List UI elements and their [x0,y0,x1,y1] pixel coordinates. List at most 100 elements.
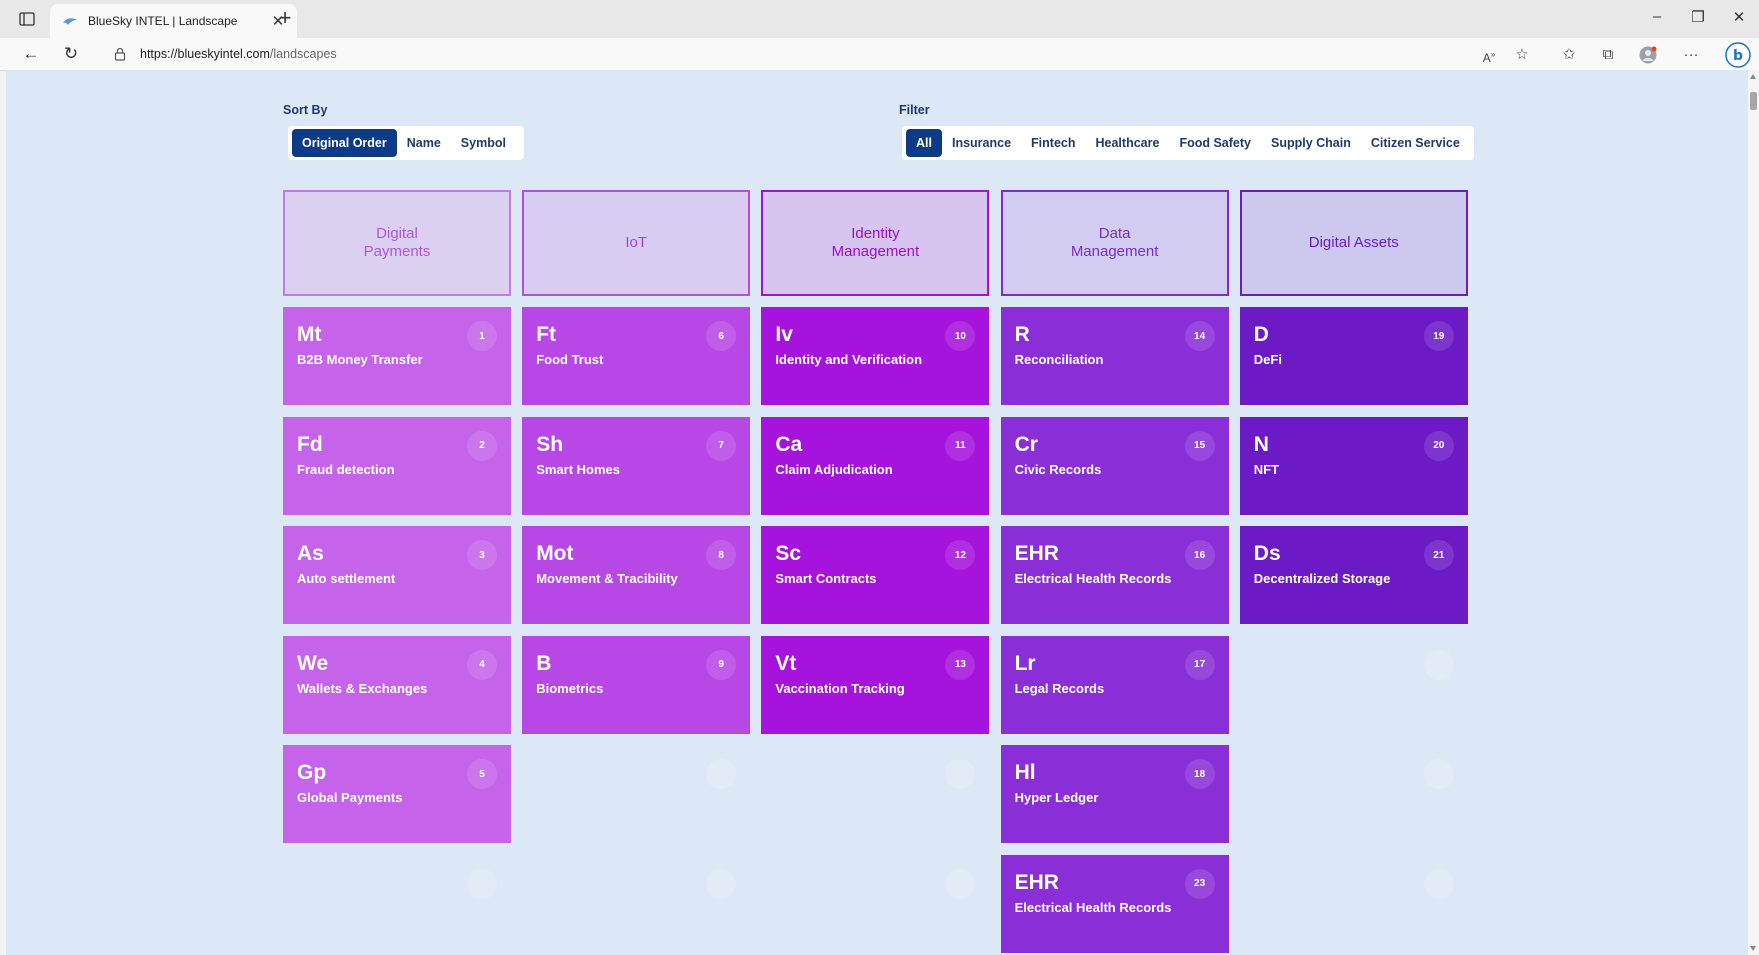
category-header-iot: IoT [522,190,751,296]
landscape-tile-movement-and-tracibility[interactable]: Mot Movement & Tracibility 8 [522,526,751,624]
landscape-tile-decentralized-storage[interactable]: Ds Decentralized Storage 21 [1239,526,1468,624]
collections-icon[interactable]: ⧉ [1598,46,1618,64]
tile-number-badge: 21 [1423,540,1454,570]
tile-number-badge: 18 [1184,759,1215,789]
landscape-tile-nft[interactable]: N NFT 20 [1239,416,1468,515]
tile-number-badge: 4 [467,649,497,680]
empty-slot-placeholder [945,759,976,789]
category-header-identity-management: Identity Management [761,190,990,296]
page-scrollbar[interactable] [1748,70,1759,955]
empty-slot-placeholder [467,868,497,899]
tile-name: Electrical Health Records [1014,571,1172,586]
url-path: /landscapes [269,47,337,61]
empty-slot-placeholder [945,868,976,899]
scroll-down-icon[interactable] [1750,946,1756,951]
tile-name: Vaccination Tracking [775,680,905,696]
filter-option-food-safety[interactable]: Food Safety [1169,129,1261,157]
empty-slot-placeholder [1423,759,1454,789]
read-aloud-icon[interactable]: A» [1479,46,1499,65]
sort-option-name[interactable]: Name [397,129,451,157]
landscape-tile-food-trust[interactable]: Ft Food Trust 6 [522,307,751,405]
category-header-data-management: Data Management [1000,190,1229,296]
landscape-tile-auto-settlement[interactable]: As Auto settlement 3 [283,526,511,624]
empty-slot-placeholder [1423,649,1454,680]
tile-number-badge: 14 [1184,321,1215,351]
tile-number-badge: 13 [945,649,976,680]
filter-option-supply-chain[interactable]: Supply Chain [1261,129,1361,157]
filter-option-citizen-service[interactable]: Citizen Service [1361,129,1470,157]
tile-name: Electrical Health Records [1014,899,1172,915]
landscape-tile-global-payments[interactable]: Gp Global Payments 5 [283,745,511,843]
landscape-tile-b2b-money-transfer[interactable]: Mt B2B Money Transfer 1 [283,307,511,405]
empty-slot-placeholder [706,868,737,899]
filter-option-healthcare[interactable]: Healthcare [1086,129,1170,157]
empty-slot-placeholder [1423,868,1454,899]
restore-icon[interactable]: ❐ [1686,8,1710,26]
landscape-tile-wallets-and-exchanges[interactable]: We Wallets & Exchanges 4 [283,635,511,734]
tile-name: B2B Money Transfer [297,352,423,367]
site-favicon-icon [62,13,78,29]
tile-name: NFT [1253,461,1280,477]
sort-by-label: Sort By [283,103,328,117]
tile-name: Wallets & Exchanges [297,680,428,696]
filter-label: Filter [899,103,930,117]
landscape-tile-vaccination-tracking[interactable]: Vt Vaccination Tracking 13 [761,635,990,734]
tile-number-badge: 9 [706,649,737,680]
filter-option-all[interactable]: All [906,129,942,157]
minimize-icon[interactable]: – [1645,8,1669,25]
filter-option-insurance[interactable]: Insurance [942,129,1021,157]
landscape-page: Sort By Original Order Name Symbol Filter … [6,70,1748,955]
landscape-tile-electrical-health-records[interactable]: EHR Electrical Health Records 23 [1000,854,1229,953]
tile-name: Food Trust [536,352,604,367]
sort-option-symbol[interactable]: Symbol [451,129,516,157]
tile-number-badge: 16 [1184,540,1215,570]
tab-actions-icon[interactable] [16,9,38,29]
tile-name: Movement & Tracibility [536,571,678,586]
svg-text:b: b [1733,48,1743,64]
filter-option-fintech[interactable]: Fintech [1021,129,1085,157]
bing-copilot-icon[interactable]: b [1725,42,1751,68]
tile-name: Claim Adjudication [775,461,893,477]
tile-name: Identity and Verification [775,352,923,367]
landscape-tile-fraud-detection[interactable]: Fd Fraud detection 2 [283,416,511,515]
window-close-icon[interactable]: ✕ [1727,8,1751,26]
favorites-icon[interactable]: ✩ [1559,46,1579,64]
landscape-tile-claim-adjudication[interactable]: Ca Claim Adjudication 11 [761,416,990,515]
more-menu-icon[interactable]: ··· [1681,46,1701,64]
browser-tab-bar: BlueSky INTEL | Landscape ✕ + – ❐ ✕ [0,0,1759,38]
landscape-tile-biometrics[interactable]: B Biometrics 9 [522,635,751,734]
tile-name: Hyper Ledger [1014,790,1099,805]
landscape-tile-smart-homes[interactable]: Sh Smart Homes 7 [522,416,751,515]
browser-tab[interactable]: BlueSky INTEL | Landscape ✕ [50,4,297,38]
refresh-icon[interactable]: ↻ [60,44,82,64]
landscape-tile-hyper-ledger[interactable]: Hl Hyper Ledger 18 [1000,745,1229,843]
tile-number-badge: 3 [467,540,497,570]
back-icon[interactable]: ← [20,44,42,64]
add-favorite-icon[interactable]: ☆ [1512,46,1532,64]
tile-name: DeFi [1253,352,1282,367]
scroll-up-icon[interactable] [1750,74,1756,79]
landscape-tile-civic-records[interactable]: Cr Civic Records 15 [1000,416,1229,515]
landscape-tile-identity-and-verification[interactable]: Iv Identity and Verification 10 [761,307,990,405]
tile-name: Civic Records [1014,461,1102,477]
scrollbar-thumb[interactable] [1750,92,1757,110]
tile-number-badge: 8 [706,540,737,570]
landscape-tile-legal-records[interactable]: Lr Legal Records 17 [1000,635,1229,734]
landscape-tile-defi[interactable]: D DeFi 19 [1239,307,1468,405]
landscape-tile-smart-contracts[interactable]: Sc Smart Contracts 12 [761,526,990,624]
tile-name: Legal Records [1014,680,1105,696]
tile-name: Biometrics [536,680,604,696]
tab-title: BlueSky INTEL | Landscape [88,14,238,28]
tile-number-badge: 2 [467,430,497,461]
address-bar: ← ↻ https://blueskyintel.com/landscapes … [0,38,1759,71]
landscape-tile-electrical-health-records[interactable]: EHR Electrical Health Records 16 [1000,526,1229,624]
url-input[interactable]: https://blueskyintel.com/landscapes [98,42,1458,66]
landscape-tile-reconciliation[interactable]: R Reconciliation 14 [1000,307,1229,405]
tile-name: Auto settlement [297,571,396,586]
new-tab-icon[interactable]: + [274,7,296,30]
tile-name: Global Payments [297,790,403,805]
tile-number-badge: 7 [706,430,737,461]
tile-name: Fraud detection [297,461,395,477]
sort-option-original-order[interactable]: Original Order [292,129,397,157]
profile-avatar-icon[interactable] [1638,46,1658,64]
